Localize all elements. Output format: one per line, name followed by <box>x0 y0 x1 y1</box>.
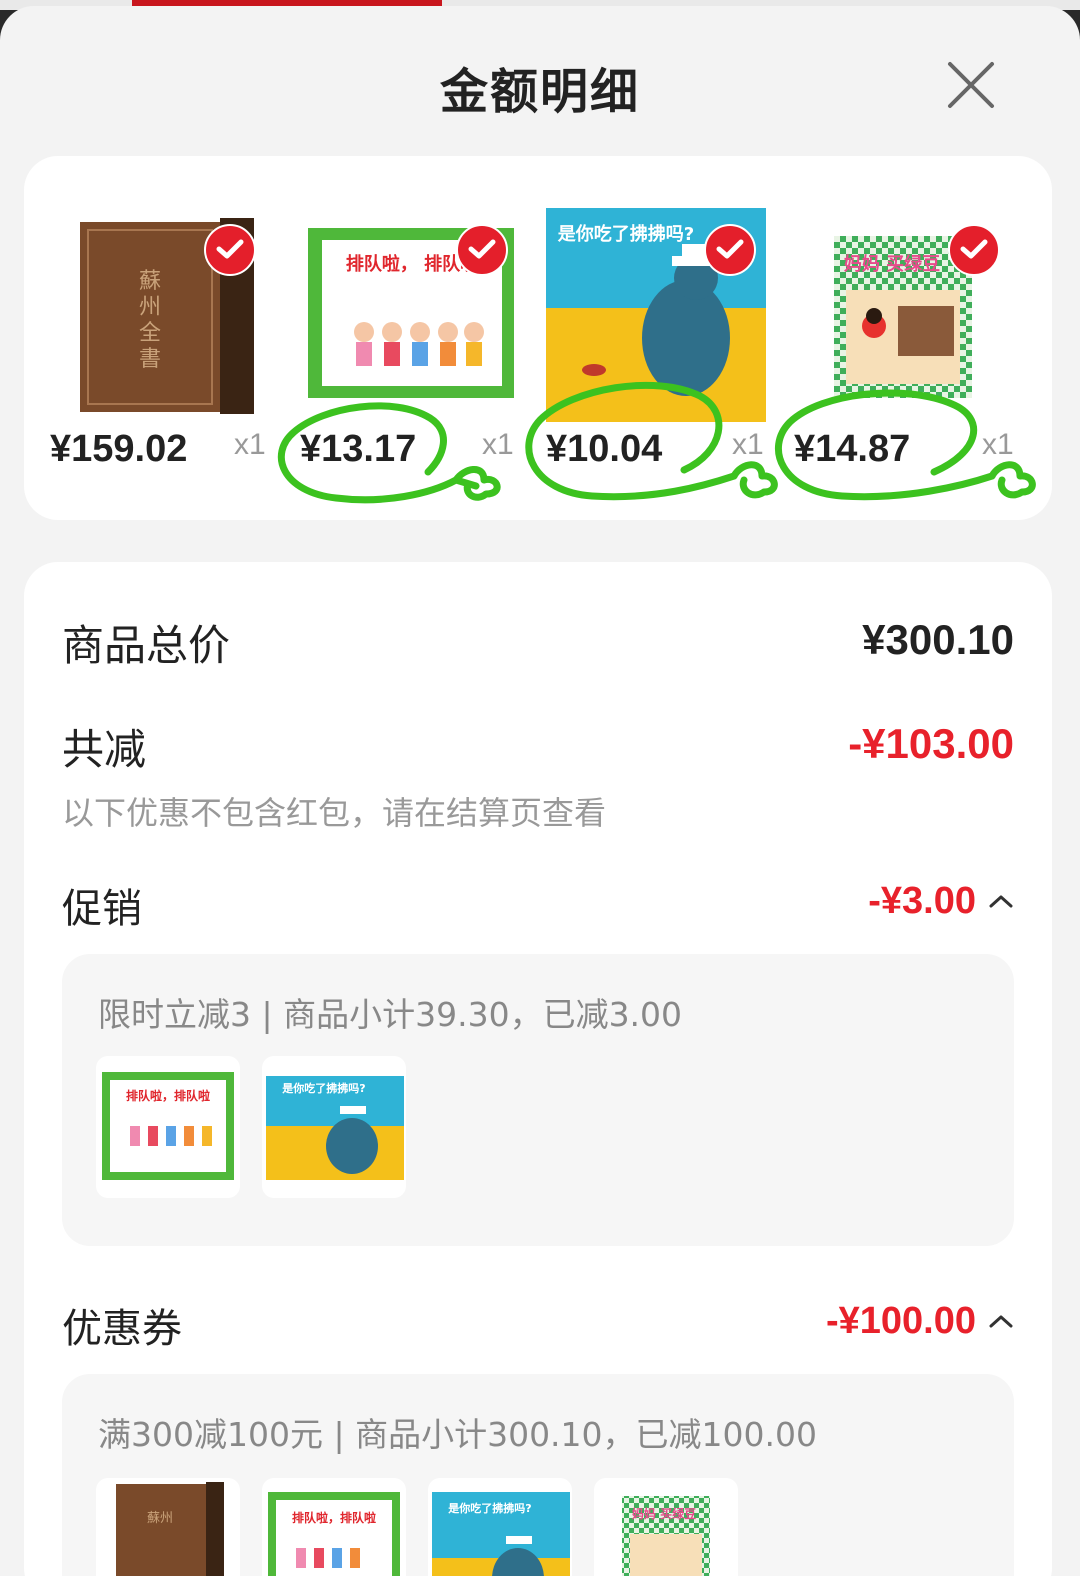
selected-check-icon[interactable] <box>204 224 256 276</box>
total-price-value: ¥300.10 <box>862 616 1014 663</box>
product-quantity: x1 <box>982 428 1014 461</box>
product-item[interactable]: 妈妈 买绿豆 <box>798 204 1008 414</box>
chevron-up-icon[interactable] <box>988 892 1014 910</box>
sheet-title: 金额明细 <box>439 64 640 120</box>
product-list-card: 蘇 州 全 書 ¥159.02 x1 排队啦， 排队啦 ¥13.17 x1 是你… <box>24 156 1052 520</box>
svg-text:排队啦，排队啦: 排队啦，排队啦 <box>126 1088 210 1103</box>
coupon-detail-box: 满300减100元 | 商品小计300.10，已减100.00 蘇州 排队啦，排… <box>62 1374 1014 1576</box>
svg-text:是你吃了拂拂吗?: 是你吃了拂拂吗? <box>281 1081 365 1095</box>
svg-text:蘇: 蘇 <box>139 269 161 294</box>
coupon-product-thumb[interactable]: 是你吃了拂拂吗? <box>428 1478 572 1576</box>
product-price: ¥159.02 <box>50 428 188 470</box>
product-price: ¥14.87 <box>794 428 911 470</box>
svg-text:是你吃了拂拂吗?: 是你吃了拂拂吗? <box>557 223 694 245</box>
coupon-label: 优惠券 <box>62 1306 182 1352</box>
svg-text:妈妈 买绿豆: 妈妈 买绿豆 <box>844 253 940 275</box>
promotion-value[interactable]: -¥3.00 <box>868 880 976 923</box>
svg-text:全: 全 <box>139 321 161 346</box>
chevron-up-icon[interactable] <box>988 1312 1014 1330</box>
coupon-product-thumb[interactable]: 蘇州 <box>96 1478 240 1576</box>
coupon-value[interactable]: -¥100.00 <box>826 1300 976 1343</box>
promotion-detail-box: 限时立减3 | 商品小计39.30，已减3.00 排队啦，排队啦 是你吃了拂拂吗… <box>62 954 1014 1246</box>
selected-check-icon[interactable] <box>948 224 1000 276</box>
promotion-product-thumb[interactable]: 排队啦，排队啦 <box>96 1056 240 1198</box>
close-icon[interactable] <box>944 58 998 112</box>
discount-label: 共减 <box>62 725 147 774</box>
svg-text:是你吃了拂拂吗?: 是你吃了拂拂吗? <box>447 1501 531 1515</box>
product-quantity: x1 <box>482 428 514 461</box>
promotion-product-thumb[interactable]: 是你吃了拂拂吗? <box>262 1056 406 1198</box>
product-item[interactable]: 是你吃了拂拂吗? <box>544 204 766 422</box>
product-price: ¥13.17 <box>300 428 417 470</box>
svg-text:書: 書 <box>139 347 161 372</box>
coupon-product-thumb[interactable]: 妈妈 买绿豆 <box>594 1478 738 1576</box>
coupon-detail-text: 满300减100元 | 商品小计300.10，已减100.00 <box>98 1415 818 1454</box>
promotion-detail-text: 限时立减3 | 商品小计39.30，已减3.00 <box>98 995 683 1034</box>
promotion-label: 促销 <box>62 886 142 932</box>
discount-note: 以下优惠不包含红包，请在结算页查看 <box>62 794 607 832</box>
svg-text:蘇州: 蘇州 <box>147 1511 173 1526</box>
amount-detail-sheet: 金额明细 蘇 州 全 書 ¥159.02 x1 排队啦， 排队啦 ¥13.17 … <box>0 6 1080 1576</box>
svg-text:排队啦，排队啦: 排队啦，排队啦 <box>292 1510 376 1525</box>
selected-check-icon[interactable] <box>456 224 508 276</box>
price-summary-card: 商品总价 ¥300.10 共减 -¥103.00 以下优惠不包含红包，请在结算页… <box>24 562 1052 1576</box>
product-price: ¥10.04 <box>546 428 663 470</box>
product-item[interactable]: 蘇 州 全 書 <box>62 204 272 414</box>
product-quantity: x1 <box>732 428 764 461</box>
svg-text:妈妈 买绿豆: 妈妈 买绿豆 <box>632 1506 696 1521</box>
coupon-product-thumb[interactable]: 排队啦，排队啦 <box>262 1478 406 1576</box>
total-price-label: 商品总价 <box>62 621 231 670</box>
product-item[interactable]: 排队啦， 排队啦 <box>306 204 516 414</box>
selected-check-icon[interactable] <box>704 224 756 276</box>
discount-value: -¥103.00 <box>848 720 1014 767</box>
svg-text:州: 州 <box>139 295 161 320</box>
product-quantity: x1 <box>234 428 266 461</box>
